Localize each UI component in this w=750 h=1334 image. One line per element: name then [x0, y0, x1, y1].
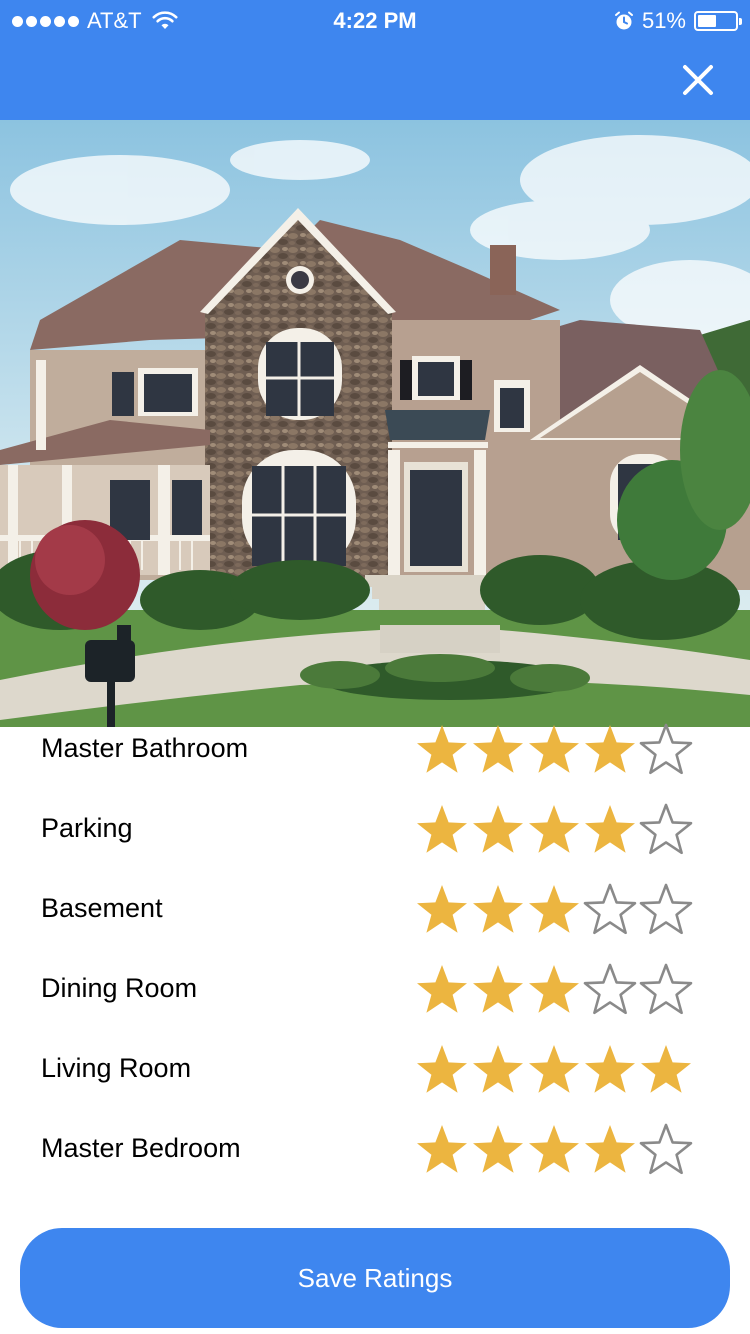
star-filled-icon[interactable] [414, 962, 470, 1018]
star-empty-icon[interactable] [638, 962, 694, 1018]
star-filled-icon[interactable] [470, 962, 526, 1018]
rating-label: Master Bathroom [41, 733, 249, 763]
star-filled-icon[interactable] [638, 1042, 694, 1098]
rating-row: Master Bedroom [0, 1123, 750, 1207]
star-empty-icon[interactable] [582, 962, 638, 1018]
star-filled-icon[interactable] [582, 722, 638, 778]
rating-label: Living Room [41, 1053, 192, 1083]
house-photo [0, 120, 750, 727]
star-filled-icon[interactable] [582, 1122, 638, 1178]
rating-row: Living Room [0, 1045, 750, 1127]
star-filled-icon[interactable] [582, 802, 638, 858]
star-rating[interactable] [414, 882, 694, 938]
star-filled-icon[interactable] [526, 1042, 582, 1098]
star-filled-icon[interactable] [526, 1122, 582, 1178]
battery-percent: 51% [641, 8, 686, 33]
alarm-icon [614, 11, 633, 30]
star-filled-icon[interactable] [526, 722, 582, 778]
star-filled-icon[interactable] [414, 1042, 470, 1098]
star-filled-icon[interactable] [414, 802, 470, 858]
star-filled-icon[interactable] [470, 882, 526, 938]
star-filled-icon[interactable] [414, 722, 470, 778]
star-rating[interactable] [414, 962, 694, 1018]
star-empty-icon[interactable] [638, 722, 694, 778]
star-rating[interactable] [414, 722, 694, 778]
battery-level [698, 15, 717, 27]
star-filled-icon[interactable] [526, 802, 582, 858]
star-filled-icon[interactable] [470, 1042, 526, 1098]
star-filled-icon[interactable] [526, 882, 582, 938]
rating-label: Master Bedroom [41, 1133, 241, 1163]
battery-icon [694, 11, 742, 31]
rating-label: Parking [41, 813, 133, 843]
rating-label: Basement [41, 893, 163, 923]
app-header: AT&T 4:22 PM 51% [0, 0, 750, 120]
star-empty-icon[interactable] [638, 1122, 694, 1178]
rating-row: Dining Room [0, 963, 750, 1047]
star-empty-icon[interactable] [582, 882, 638, 938]
star-rating[interactable] [414, 1122, 694, 1178]
star-filled-icon[interactable] [414, 882, 470, 938]
status-bar: AT&T 4:22 PM 51% [0, 0, 750, 40]
rating-row: Master Bathroom [0, 723, 750, 807]
status-right: 51% [614, 8, 742, 34]
star-rating[interactable] [414, 802, 694, 858]
rating-row: Basement [0, 883, 750, 967]
save-ratings-button[interactable]: Save Ratings [20, 1228, 730, 1328]
close-icon[interactable] [676, 58, 720, 102]
star-filled-icon[interactable] [470, 722, 526, 778]
star-empty-icon[interactable] [638, 802, 694, 858]
rating-row: Parking [0, 803, 750, 887]
star-filled-icon[interactable] [414, 1122, 470, 1178]
star-rating[interactable] [414, 1042, 694, 1098]
star-filled-icon[interactable] [526, 962, 582, 1018]
star-filled-icon[interactable] [470, 802, 526, 858]
rating-label: Dining Room [41, 973, 198, 1003]
star-empty-icon[interactable] [638, 882, 694, 938]
star-filled-icon[interactable] [582, 1042, 638, 1098]
star-filled-icon[interactable] [470, 1122, 526, 1178]
